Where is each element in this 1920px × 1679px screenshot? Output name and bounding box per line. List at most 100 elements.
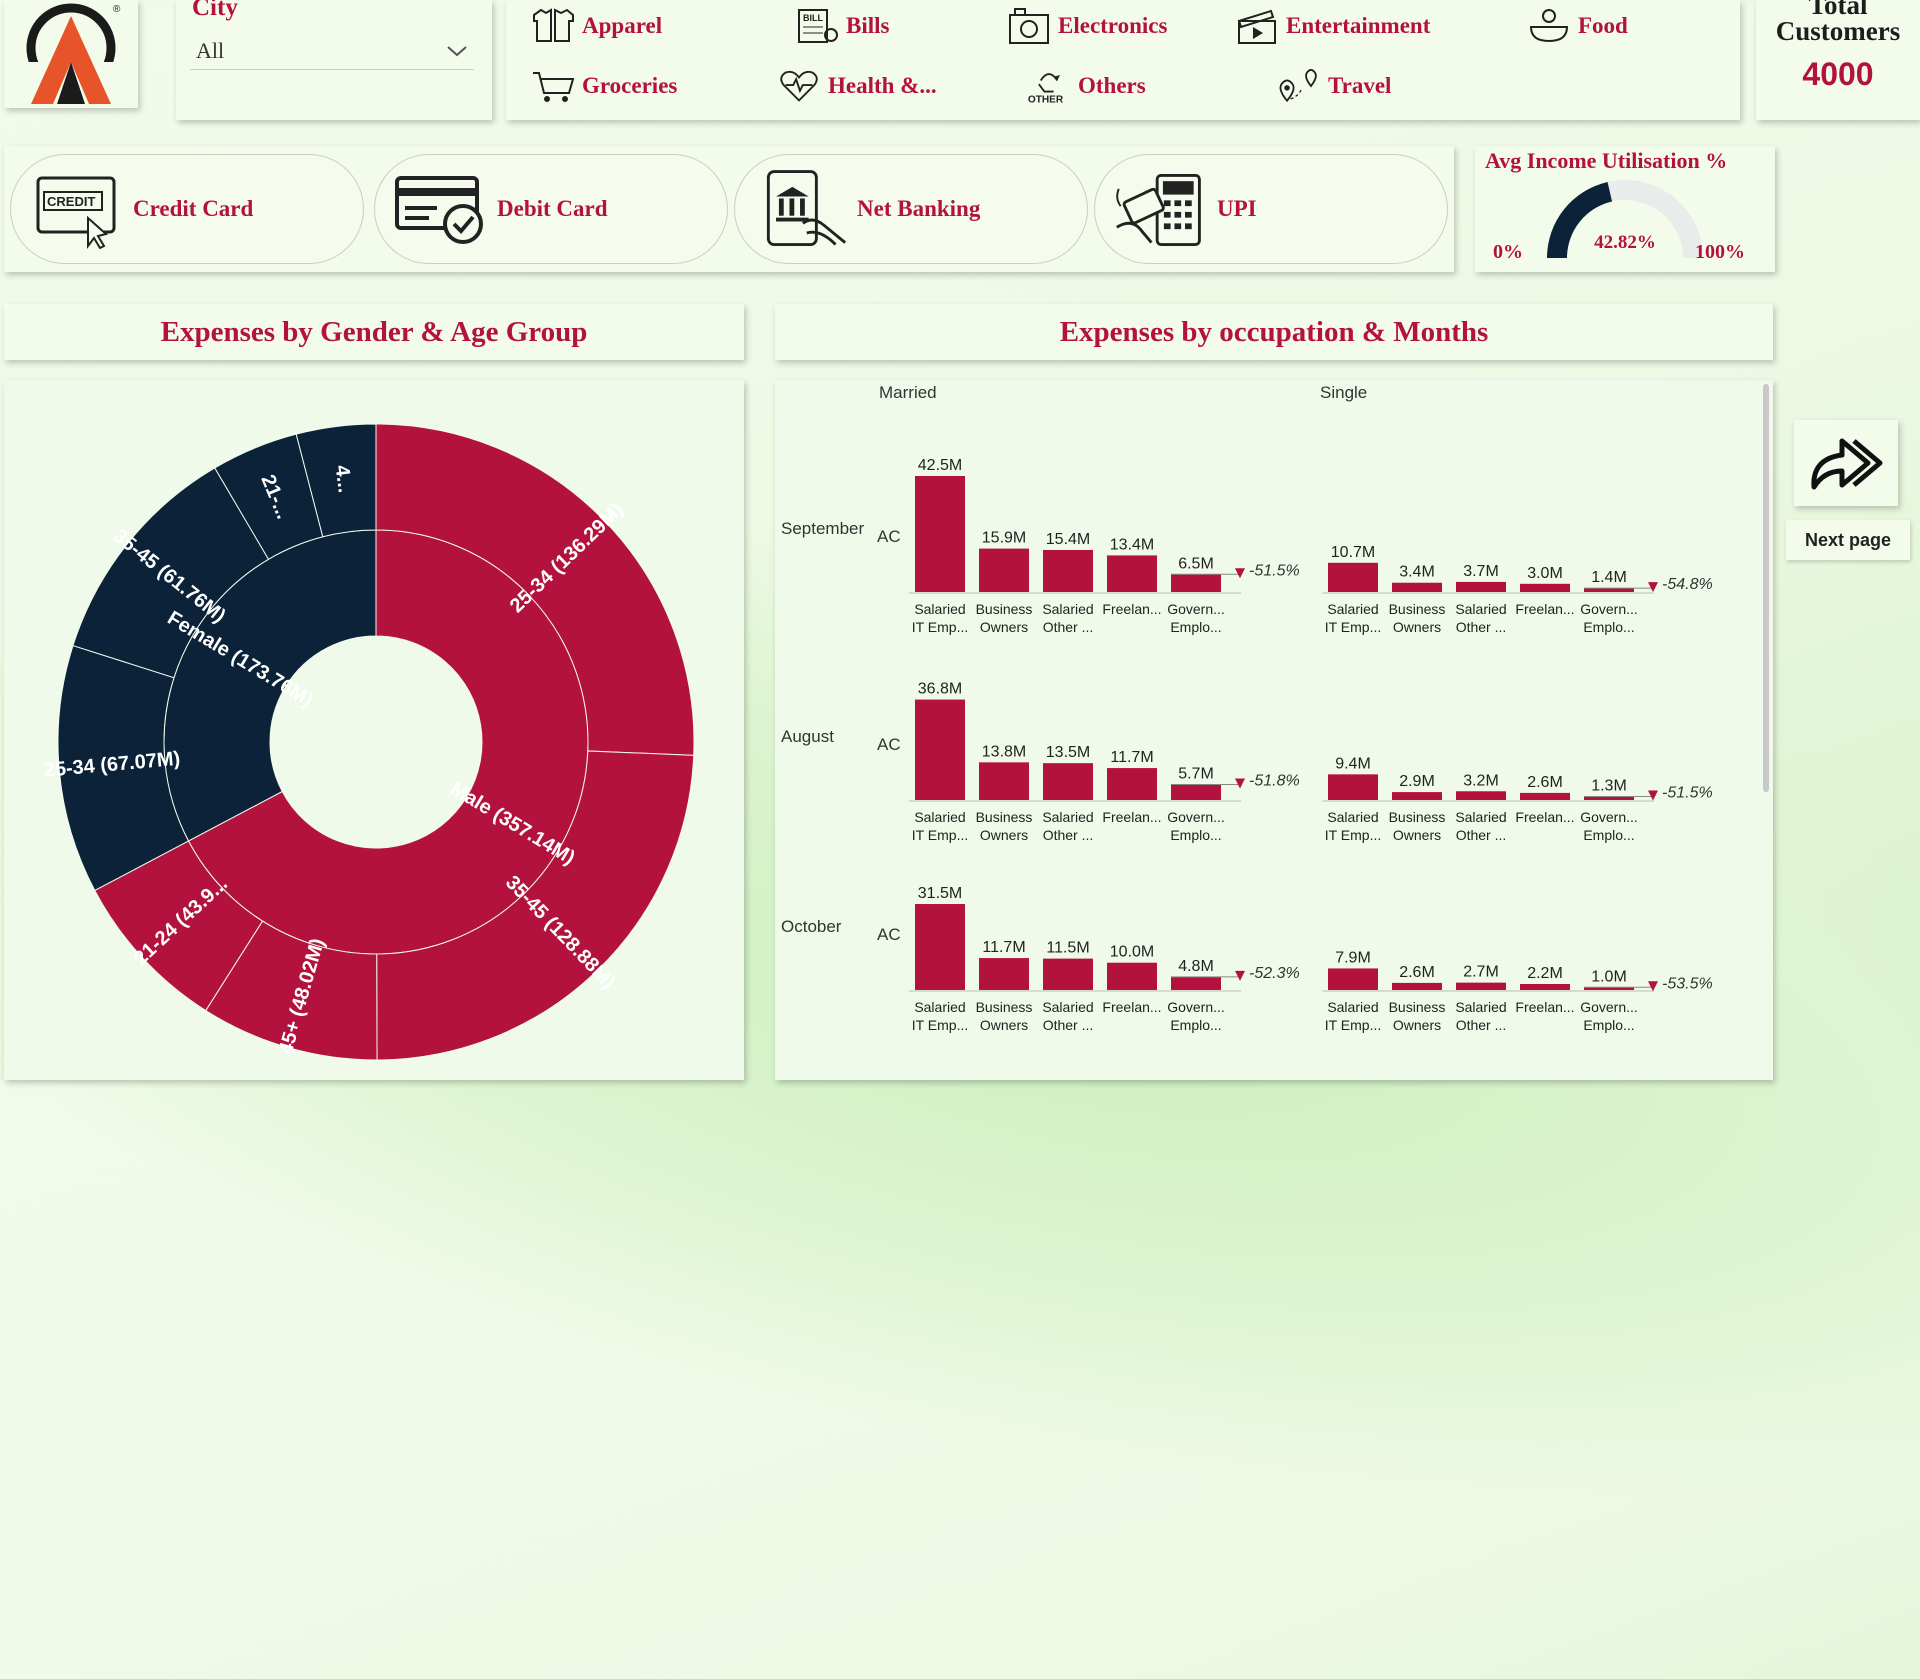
category-others[interactable]: OTHER Others (1026, 66, 1146, 106)
bar[interactable] (1520, 983, 1570, 990)
bar[interactable] (979, 958, 1029, 990)
groceries-icon (530, 66, 576, 106)
bar[interactable] (1043, 958, 1093, 990)
bar-category-label: Owners (980, 827, 1028, 843)
bar[interactable] (1043, 549, 1093, 592)
down-arrow-icon (1235, 778, 1245, 789)
category-label: Others (1078, 73, 1146, 98)
bar[interactable] (1107, 768, 1157, 800)
bar[interactable] (1584, 796, 1634, 800)
bar-category-label: Emplo... (1583, 827, 1634, 843)
row-sublabel: AC (877, 925, 901, 944)
bar-category-label: Other ... (1043, 1017, 1094, 1033)
category-food[interactable]: Food (1526, 6, 1628, 46)
travel-icon (1276, 66, 1322, 106)
bar-category-label: Emplo... (1170, 827, 1221, 843)
bar[interactable] (979, 548, 1029, 592)
health-icon (776, 66, 822, 106)
bar-category-label: Owners (980, 619, 1028, 635)
city-dropdown[interactable]: All (190, 32, 474, 70)
category-entertainment[interactable]: Entertainment (1234, 6, 1430, 46)
next-page-button[interactable] (1794, 420, 1898, 506)
bar-category-label: Emplo... (1583, 1017, 1634, 1033)
svg-text:®: ® (113, 4, 121, 15)
bar-value-label: 11.7M (982, 939, 1025, 956)
bar[interactable] (979, 762, 1029, 800)
bar-value-label: 42.5M (918, 457, 962, 474)
bar-value-label: 2.6M (1527, 774, 1563, 791)
upi-icon (1113, 164, 1209, 254)
gender-age-sunburst: 25-34 (136.29M)35-45 (128.88M)45+ (48.02… (43, 423, 695, 1061)
bar-category-label: IT Emp... (1325, 827, 1382, 843)
category-groceries[interactable]: Groceries (530, 66, 677, 106)
bar[interactable] (1328, 968, 1378, 990)
bar[interactable] (915, 699, 965, 800)
payment-label: Debit Card (497, 196, 608, 221)
bar-category-label: Govern... (1167, 809, 1225, 825)
bar[interactable] (1456, 581, 1506, 592)
bar-category-label: Salaried (1327, 999, 1378, 1015)
bar[interactable] (1392, 982, 1442, 990)
forward-arrow-icon (1811, 438, 1883, 490)
bar[interactable] (1584, 588, 1634, 592)
category-electronics[interactable]: Electronics (1006, 6, 1167, 46)
bar[interactable] (1043, 763, 1093, 800)
bar[interactable] (1107, 962, 1157, 990)
bar[interactable] (1107, 555, 1157, 592)
bar[interactable] (915, 904, 965, 990)
bar[interactable] (1392, 792, 1442, 800)
payment-net-banking[interactable]: Net Banking (734, 154, 1088, 264)
month-label: October (781, 917, 842, 936)
bar-value-label: 3.7M (1463, 563, 1499, 580)
electronics-icon (1006, 6, 1052, 46)
bar-category-label: Business (1389, 601, 1446, 617)
total-customers-label: Total Customers (1775, 0, 1901, 46)
bar[interactable] (1520, 583, 1570, 592)
category-apparel[interactable]: Apparel (530, 6, 662, 46)
bar-value-label: 10.0M (1110, 944, 1154, 961)
bar-value-label: 10.7M (1331, 544, 1375, 561)
category-health[interactable]: Health &... (776, 66, 937, 106)
bar[interactable] (915, 476, 965, 592)
bar-category-label: Salaried (914, 999, 965, 1015)
bar[interactable] (1171, 574, 1221, 592)
bar-category-label: Freelan... (1102, 809, 1161, 825)
category-travel[interactable]: Travel (1276, 66, 1391, 106)
food-icon (1526, 6, 1572, 46)
bar-category-label: Salaried (1042, 601, 1093, 617)
category-slicer: Apparel BILL Bills Electronics Entertain… (506, 0, 1740, 120)
bar[interactable] (1171, 976, 1221, 990)
bar-value-label: 11.7M (1110, 749, 1153, 766)
bar[interactable] (1456, 791, 1506, 800)
next-page-label[interactable]: Next page (1786, 520, 1910, 560)
column-header: Married (879, 383, 937, 402)
category-label: Food (1578, 13, 1628, 38)
bar[interactable] (1456, 982, 1506, 990)
bar-value-label: 3.0M (1527, 565, 1563, 582)
scrollbar[interactable] (1763, 384, 1769, 792)
bar[interactable] (1171, 784, 1221, 800)
payment-method-slicer: CREDIT Credit Card Debit Card Net Bankin… (4, 146, 1454, 272)
bar-value-label: 11.5M (1046, 940, 1089, 957)
payment-upi[interactable]: UPI (1094, 154, 1448, 264)
bar-category-label: IT Emp... (912, 1017, 969, 1033)
occupation-month-chart-title: Expenses by occupation & Months (775, 304, 1773, 360)
bar[interactable] (1328, 562, 1378, 592)
bills-icon: BILL (794, 6, 840, 46)
payment-debit-card[interactable]: Debit Card (374, 154, 728, 264)
bar-value-label: 13.5M (1046, 744, 1090, 761)
category-bills[interactable]: BILL Bills (794, 6, 889, 46)
bar-category-label: IT Emp... (1325, 1017, 1382, 1033)
category-label: Travel (1328, 73, 1392, 98)
city-dropdown-value: All (196, 37, 225, 63)
payment-credit-card[interactable]: CREDIT Credit Card (10, 154, 364, 264)
bar-category-label: Govern... (1580, 809, 1638, 825)
category-label: Entertainment (1286, 13, 1431, 38)
bar-category-label: Govern... (1580, 601, 1638, 617)
bar[interactable] (1392, 582, 1442, 592)
chevron-down-icon (447, 45, 467, 56)
bar-category-label: Salaried (1327, 809, 1378, 825)
bar[interactable] (1520, 792, 1570, 800)
bar-value-label: 15.4M (1046, 531, 1090, 548)
bar[interactable] (1328, 774, 1378, 800)
